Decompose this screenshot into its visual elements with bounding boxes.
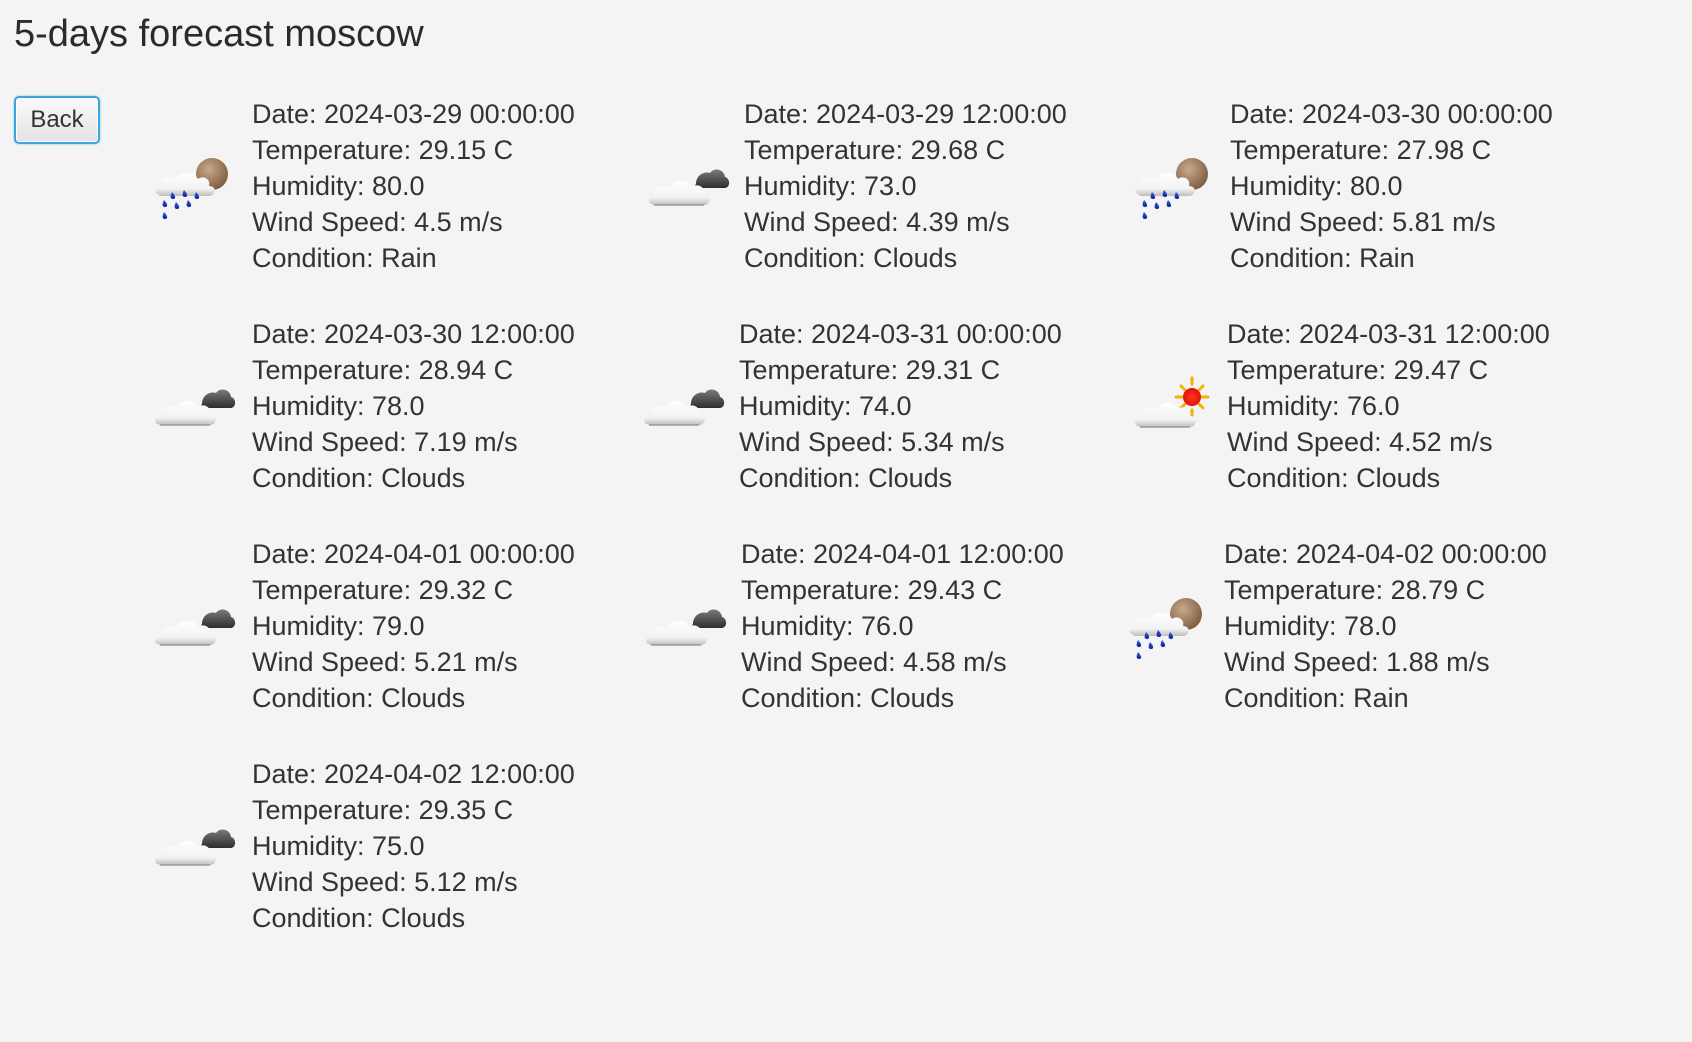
forecast-wind-speed: Wind Speed: 7.19 m/s bbox=[252, 427, 518, 457]
forecast-humidity: Humidity: 74.0 bbox=[739, 391, 912, 421]
broken-clouds-icon bbox=[643, 594, 727, 660]
forecast-condition: Condition: Rain bbox=[1224, 683, 1409, 713]
forecast-condition: Condition: Rain bbox=[1230, 243, 1415, 273]
forecast-temperature: Temperature: 27.98 C bbox=[1230, 135, 1492, 165]
forecast-humidity: Humidity: 76.0 bbox=[1227, 391, 1400, 421]
forecast-condition: Condition: Clouds bbox=[252, 683, 466, 713]
forecast-card: Date: 2024-03-30 12:00:00 Temperature: 2… bbox=[152, 316, 622, 506]
forecast-temperature: Temperature: 28.94 C bbox=[252, 355, 514, 385]
broken-clouds-icon bbox=[152, 814, 236, 880]
forecast-humidity: Humidity: 80.0 bbox=[1230, 171, 1403, 201]
broken-clouds-icon bbox=[152, 374, 236, 440]
forecast-condition: Condition: Clouds bbox=[252, 903, 466, 933]
forecast-humidity: Humidity: 79.0 bbox=[252, 611, 425, 641]
forecast-date: Date: 2024-03-29 12:00:00 bbox=[744, 99, 1067, 129]
forecast-temperature: Temperature: 29.68 C bbox=[744, 135, 1006, 165]
forecast-condition: Condition: Clouds bbox=[252, 463, 466, 493]
forecast-condition: Condition: Clouds bbox=[744, 243, 958, 273]
forecast-condition: Condition: Clouds bbox=[741, 683, 955, 713]
forecast-date: Date: 2024-04-02 00:00:00 bbox=[1224, 539, 1547, 569]
broken-clouds-icon bbox=[152, 594, 236, 660]
forecast-wind-speed: Wind Speed: 5.81 m/s bbox=[1230, 207, 1496, 237]
forecast-wind-speed: Wind Speed: 5.21 m/s bbox=[252, 647, 518, 677]
forecast-temperature: Temperature: 29.47 C bbox=[1227, 355, 1489, 385]
forecast-condition: Condition: Clouds bbox=[1227, 463, 1441, 493]
rain-icon bbox=[1132, 154, 1216, 220]
forecast-humidity: Humidity: 80.0 bbox=[252, 171, 425, 201]
forecast-wind-speed: Wind Speed: 1.88 m/s bbox=[1224, 647, 1490, 677]
forecast-wind-speed: Wind Speed: 4.58 m/s bbox=[741, 647, 1007, 677]
forecast-date: Date: 2024-03-31 00:00:00 bbox=[739, 319, 1062, 349]
forecast-wind-speed: Wind Speed: 4.5 m/s bbox=[252, 207, 503, 237]
forecast-card: Date: 2024-03-30 00:00:00 Temperature: 2… bbox=[1132, 96, 1602, 286]
broken-clouds-icon bbox=[641, 374, 725, 440]
forecast-temperature: Temperature: 29.15 C bbox=[252, 135, 514, 165]
forecast-temperature: Temperature: 29.31 C bbox=[739, 355, 1001, 385]
forecast-humidity: Humidity: 78.0 bbox=[252, 391, 425, 421]
forecast-humidity: Humidity: 78.0 bbox=[1224, 611, 1397, 641]
forecast-wind-speed: Wind Speed: 5.12 m/s bbox=[252, 867, 518, 897]
forecast-humidity: Humidity: 73.0 bbox=[744, 171, 917, 201]
forecast-humidity: Humidity: 75.0 bbox=[252, 831, 425, 861]
forecast-card: Date: 2024-04-01 00:00:00 Temperature: 2… bbox=[152, 536, 622, 726]
forecast-condition: Condition: Clouds bbox=[739, 463, 953, 493]
forecast-temperature: Temperature: 29.32 C bbox=[252, 575, 514, 605]
back-button[interactable]: Back bbox=[14, 96, 100, 144]
partly-sunny-icon bbox=[1132, 374, 1216, 440]
broken-clouds-icon bbox=[646, 154, 730, 220]
forecast-card: Date: 2024-04-01 12:00:00 Temperature: 2… bbox=[643, 536, 1113, 726]
forecast-date: Date: 2024-04-01 00:00:00 bbox=[252, 539, 575, 569]
forecast-date: Date: 2024-03-30 00:00:00 bbox=[1230, 99, 1553, 129]
forecast-wind-speed: Wind Speed: 5.34 m/s bbox=[739, 427, 1005, 457]
forecast-temperature: Temperature: 28.79 C bbox=[1224, 575, 1486, 605]
forecast-condition: Condition: Rain bbox=[252, 243, 437, 273]
rain-icon bbox=[1126, 594, 1210, 660]
forecast-temperature: Temperature: 29.43 C bbox=[741, 575, 1003, 605]
forecast-temperature: Temperature: 29.35 C bbox=[252, 795, 514, 825]
forecast-wind-speed: Wind Speed: 4.52 m/s bbox=[1227, 427, 1493, 457]
forecast-wind-speed: Wind Speed: 4.39 m/s bbox=[744, 207, 1010, 237]
forecast-date: Date: 2024-03-31 12:00:00 bbox=[1227, 319, 1550, 349]
forecast-card: Date: 2024-03-31 12:00:00 Temperature: 2… bbox=[1132, 316, 1602, 506]
forecast-date: Date: 2024-04-01 12:00:00 bbox=[741, 539, 1064, 569]
forecast-date: Date: 2024-03-29 00:00:00 bbox=[252, 99, 575, 129]
forecast-card: Date: 2024-03-29 12:00:00 Temperature: 2… bbox=[646, 96, 1116, 286]
forecast-card: Date: 2024-03-31 00:00:00 Temperature: 2… bbox=[641, 316, 1111, 506]
forecast-card: Date: 2024-04-02 00:00:00 Temperature: 2… bbox=[1126, 536, 1596, 726]
forecast-card: Date: 2024-04-02 12:00:00 Temperature: 2… bbox=[152, 756, 622, 946]
forecast-date: Date: 2024-03-30 12:00:00 bbox=[252, 319, 575, 349]
forecast-humidity: Humidity: 76.0 bbox=[741, 611, 914, 641]
forecast-window: 5-days forecast moscow Back Date: 2024-0… bbox=[0, 0, 1692, 1042]
rain-icon bbox=[152, 154, 236, 220]
forecast-date: Date: 2024-04-02 12:00:00 bbox=[252, 759, 575, 789]
forecast-card: Date: 2024-03-29 00:00:00 Temperature: 2… bbox=[152, 96, 622, 286]
page-title: 5-days forecast moscow bbox=[14, 13, 424, 55]
